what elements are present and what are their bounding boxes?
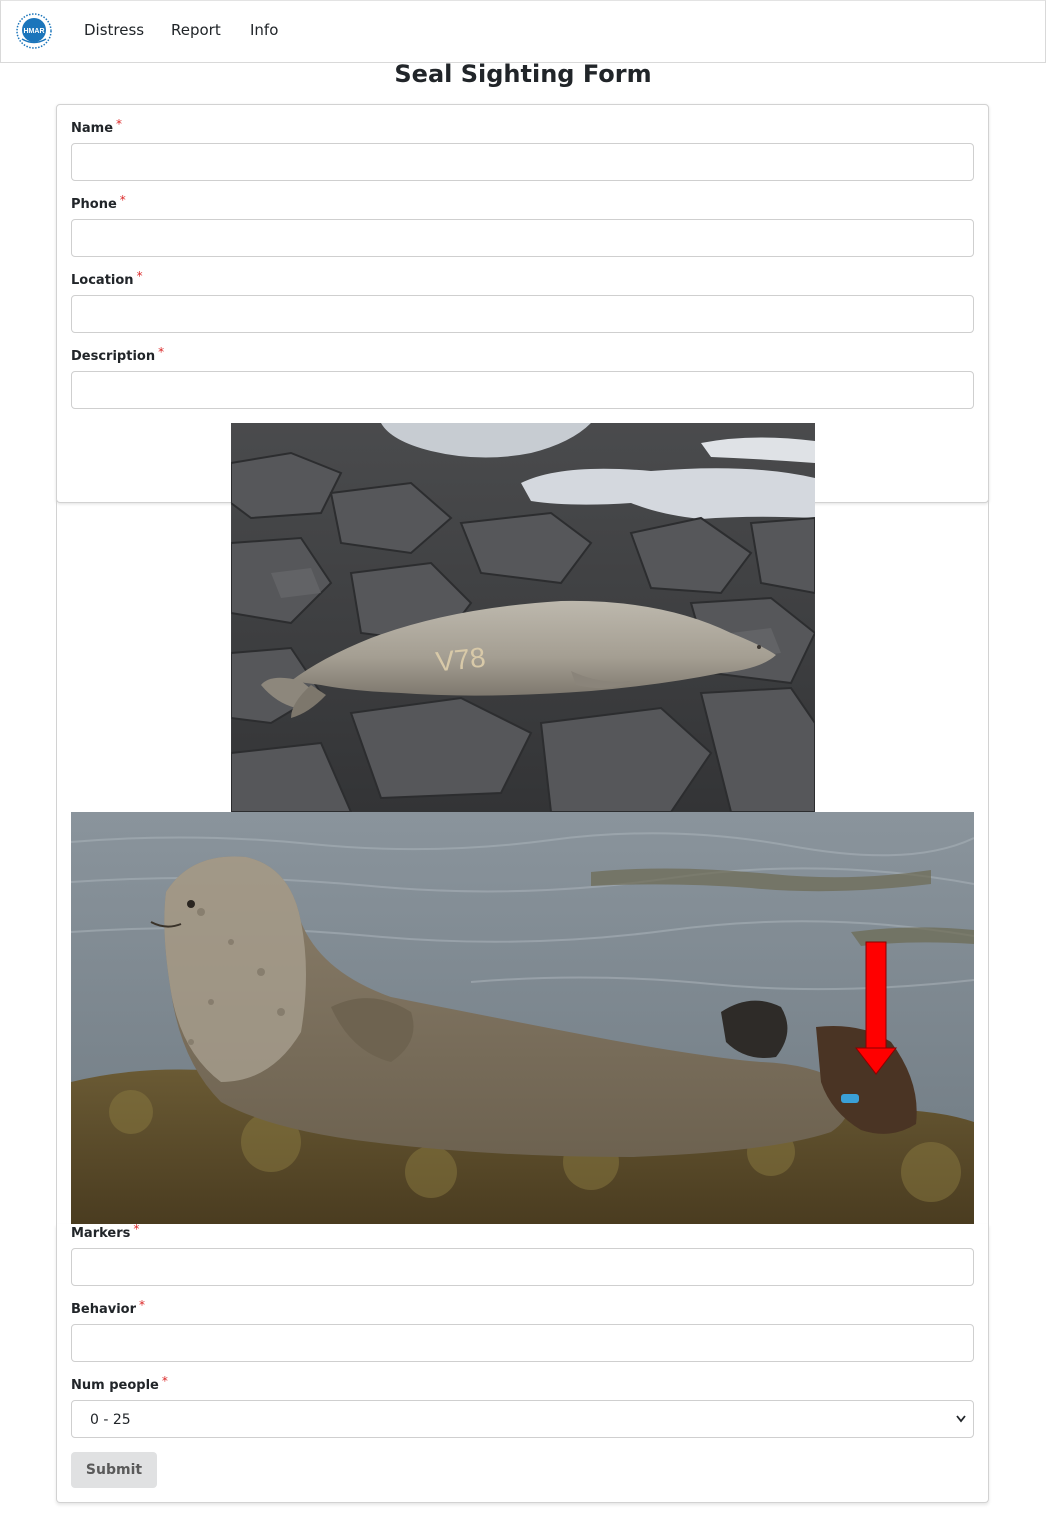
harbor-seal-flipper-tag-photo: [71, 812, 974, 1224]
location-label: Location *: [71, 269, 143, 288]
logo-text: HMAR: [24, 28, 45, 35]
num-people-label: Num people *: [71, 1374, 168, 1393]
page-title: Seal Sighting Form: [394, 60, 652, 88]
bleach-mark-text: V78: [434, 641, 487, 677]
required-marker: *: [136, 269, 143, 283]
phone-label: Phone *: [71, 193, 126, 212]
required-marker: *: [116, 117, 123, 131]
markers-label: Markers *: [71, 1222, 140, 1241]
required-marker: *: [119, 193, 126, 207]
submit-button[interactable]: Submit: [71, 1452, 157, 1488]
name-label: Name *: [71, 117, 123, 136]
behavior-label: Behavior *: [71, 1298, 146, 1317]
nav-item-info[interactable]: Info: [250, 21, 278, 39]
required-marker: *: [133, 1222, 140, 1236]
behavior-input[interactable]: [71, 1324, 974, 1362]
flipper-tag: [841, 1094, 859, 1103]
description-input[interactable]: [71, 371, 974, 409]
phone-input[interactable]: [71, 219, 974, 257]
nav-item-report[interactable]: Report: [171, 21, 221, 39]
seal-on-rocks-photo: V78: [231, 423, 815, 812]
required-marker: *: [139, 1298, 146, 1312]
markers-input[interactable]: [71, 1248, 974, 1286]
chevron-down-icon: [956, 1415, 966, 1423]
description-label: Description *: [71, 345, 165, 364]
hmar-logo[interactable]: HMAR: [16, 13, 52, 49]
top-navbar: HMAR Distress Report Info: [0, 0, 1046, 63]
nav-item-distress[interactable]: Distress: [84, 21, 144, 39]
num-people-select[interactable]: 0 - 25: [71, 1400, 974, 1438]
location-input[interactable]: [71, 295, 974, 333]
name-input[interactable]: [71, 143, 974, 181]
required-marker: *: [161, 1374, 168, 1388]
num-people-selected-value: 0 - 25: [90, 1412, 131, 1428]
required-marker: *: [158, 345, 165, 359]
